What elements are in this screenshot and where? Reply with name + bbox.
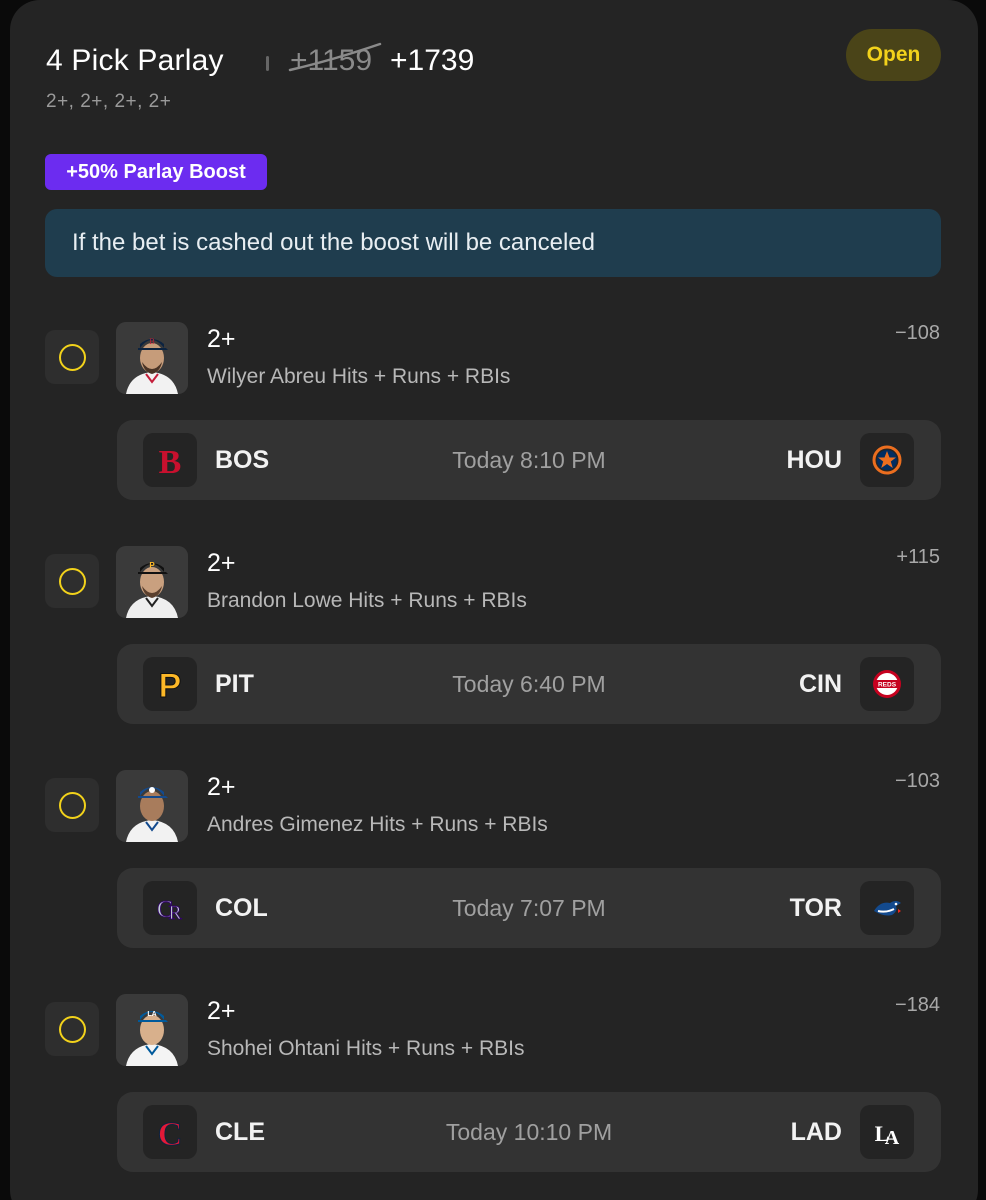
parlay-leg[interactable]: B 2+ Wilyer Abreu Hits + Runs + RBIs −10…	[0, 322, 986, 522]
game-info-row[interactable]: B BOS Today 8:10 PM HOU	[117, 420, 941, 500]
svg-text:A: A	[885, 1127, 900, 1149]
parlay-leg[interactable]: 2+ Andres Gimenez Hits + Runs + RBIs −10…	[0, 770, 986, 970]
pending-circle-icon	[58, 567, 86, 595]
home-team-abbr: HOU	[786, 446, 842, 474]
svg-text:P: P	[149, 561, 155, 570]
leg-odds: −184	[894, 994, 940, 1016]
strikethrough-icon	[288, 42, 382, 72]
svg-text:REDS: REDS	[878, 682, 897, 689]
leg-line: 2+	[207, 325, 236, 353]
leg-status-radio[interactable]	[45, 1002, 99, 1056]
leg-market: Andres Gimenez Hits + Runs + RBIs	[207, 813, 548, 836]
svg-text:B: B	[149, 337, 154, 346]
home-team-abbr: TOR	[789, 894, 842, 922]
parlay-boost-tag: +50% Parlay Boost	[45, 154, 267, 190]
leg-odds: −103	[894, 770, 940, 792]
title-separator	[266, 56, 269, 71]
game-info-row[interactable]: C R COL Today 7:07 PM TOR	[117, 868, 941, 948]
astros-logo-icon	[860, 433, 914, 487]
leg-line: 2+	[207, 549, 236, 577]
leg-status-radio[interactable]	[45, 330, 99, 384]
leg-status-radio[interactable]	[45, 554, 99, 608]
player-headshot-avatar: B	[116, 322, 188, 394]
dodgers-logo-icon: L A	[860, 1105, 914, 1159]
leg-market: Brandon Lowe Hits + Runs + RBIs	[207, 589, 527, 612]
home-team-abbr: LAD	[790, 1118, 842, 1146]
svg-text:LA: LA	[147, 1011, 156, 1018]
player-headshot-avatar	[116, 770, 188, 842]
pending-circle-icon	[58, 791, 86, 819]
leg-odds: −108	[894, 322, 940, 344]
game-info-row[interactable]: C CLE Today 10:10 PM LAD L A	[117, 1092, 941, 1172]
home-team-abbr: CIN	[798, 670, 842, 698]
parlay-title: 4 Pick Parlay	[46, 44, 224, 77]
player-headshot-avatar: LA	[116, 994, 188, 1066]
reds-logo-icon: REDS	[860, 657, 914, 711]
blue-jays-logo-icon	[860, 881, 914, 935]
game-info-row[interactable]: P PIT Today 6:40 PM CIN REDS	[117, 644, 941, 724]
parlay-leg[interactable]: LA 2+ Shohei Ohtani Hits + Runs + RBIs −…	[0, 994, 986, 1194]
leg-line: 2+	[207, 997, 236, 1025]
parlay-lines-summary: 2+, 2+, 2+, 2+	[46, 91, 172, 112]
player-headshot-avatar: P	[116, 546, 188, 618]
leg-status-radio[interactable]	[45, 778, 99, 832]
boost-notice: If the bet is cashed out the boost will …	[45, 209, 941, 277]
parlay-leg[interactable]: P 2+ Brandon Lowe Hits + Runs + RBIs +11…	[0, 546, 986, 746]
pending-circle-icon	[58, 1015, 86, 1043]
leg-odds: +115	[896, 546, 940, 568]
pending-circle-icon	[58, 343, 86, 371]
leg-line: 2+	[207, 773, 236, 801]
leg-market: Shohei Ohtani Hits + Runs + RBIs	[207, 1037, 525, 1060]
leg-market: Wilyer Abreu Hits + Runs + RBIs	[207, 365, 511, 388]
boosted-odds: +1739	[390, 44, 475, 77]
status-badge: Open	[846, 29, 941, 81]
